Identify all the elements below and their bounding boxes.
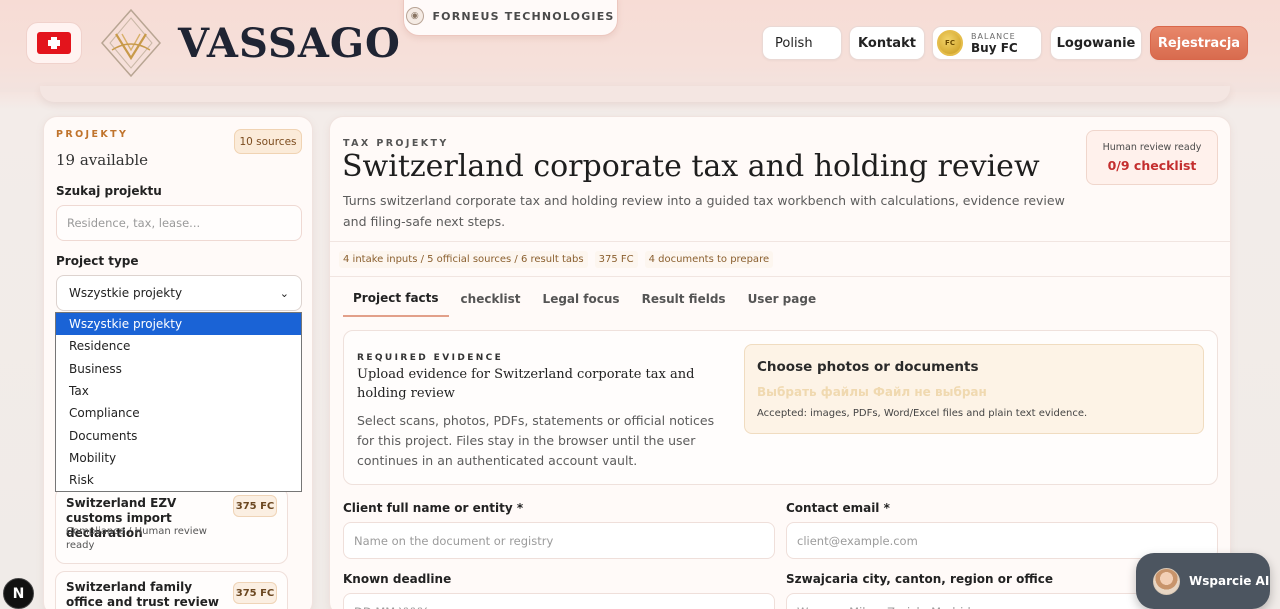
dropdown-option[interactable]: Compliance	[56, 402, 301, 424]
tab-legal-focus[interactable]: Legal focus	[533, 280, 630, 317]
balance-button[interactable]: FC BALANCE Buy FC	[932, 26, 1042, 60]
project-card-subtitle: Compliance / Human review ready	[66, 526, 207, 551]
tab-user-page[interactable]: User page	[738, 280, 827, 317]
register-button[interactable]: Rejestracja	[1150, 26, 1248, 60]
ai-support-button[interactable]: Wsparcie AI	[1136, 553, 1270, 609]
dropdown-option[interactable]: Mobility	[56, 447, 301, 469]
brand-name: VASSAGO	[178, 20, 401, 67]
language-button[interactable]: Polish	[762, 26, 842, 60]
tab-project-facts[interactable]: Project facts	[343, 280, 449, 317]
stat-price: 375 FC	[594, 250, 638, 268]
deadline-input[interactable]: DD.MM.YYYY	[343, 593, 775, 609]
stat-intake: 4 intake inputs / 5 official sources / 6…	[339, 250, 588, 268]
upload-accepted-types: Accepted: images, PDFs, Word/Excel files…	[757, 408, 1088, 419]
language-flag-button[interactable]	[26, 22, 82, 64]
project-type-select[interactable]: Wszystkie projekty ⌄	[56, 275, 302, 311]
login-button[interactable]: Logowanie	[1050, 26, 1142, 60]
page-title: Switzerland corporate tax and holding re…	[342, 149, 1040, 184]
upload-title: Choose photos or documents	[757, 359, 979, 375]
evidence-kicker: REQUIRED EVIDENCE	[357, 353, 504, 363]
dropdown-option[interactable]: Residence	[56, 335, 301, 357]
contact-button[interactable]: Kontakt	[849, 26, 925, 60]
file-chooser-button[interactable]: Выбрать файлы Файл не выбран	[757, 385, 987, 399]
header-underlay	[40, 86, 1230, 102]
sources-badge: 10 sources	[234, 129, 302, 154]
project-description: Turns switzerland corporate tax and hold…	[343, 193, 1065, 229]
dropdown-option[interactable]: Documents	[56, 424, 301, 446]
client-name-label: Client full name or entity *	[343, 501, 524, 515]
deadline-label: Known deadline	[343, 572, 452, 586]
review-label: Human review ready	[1102, 142, 1202, 153]
dropdown-option[interactable]: Tax	[56, 380, 301, 402]
project-card-price: 375 FC	[233, 582, 277, 604]
project-type-value: Wszystkie projekty	[69, 286, 183, 300]
evidence-upload-area[interactable]: Choose photos or documents Выбрать файлы…	[744, 344, 1204, 434]
project-type-label: Project type	[56, 254, 139, 268]
chevron-down-icon: ⌄	[279, 286, 289, 300]
review-value: 0/9 checklist	[1107, 158, 1197, 173]
dropdown-option[interactable]: Risk	[56, 469, 301, 491]
evidence-title: Upload evidence for Switzerland corporat…	[357, 367, 695, 401]
city-label: Szwajcaria city, canton, region or offic…	[786, 572, 1053, 586]
review-status-badge: Human review ready 0/9 checklist	[1086, 130, 1218, 185]
stat-documents: 4 documents to prepare	[644, 250, 774, 268]
project-main-panel: TAX PROJEKTY Switzerland corporate tax a…	[329, 116, 1231, 609]
contact-email-label: Contact email *	[786, 501, 890, 515]
balance-label: BALANCE	[971, 31, 1016, 41]
support-avatar	[1153, 567, 1180, 595]
forneus-label: FORNEUS TECHNOLOGIES	[432, 9, 615, 23]
support-label: Wsparcie AI	[1189, 574, 1270, 588]
project-type-dropdown: Wszystkie projekty Residence Business Ta…	[55, 312, 302, 492]
projects-count: 19 available	[56, 151, 149, 169]
client-name-input[interactable]: Name on the document or registry	[343, 522, 775, 559]
next-dev-badge[interactable]: N	[3, 578, 34, 609]
project-tabs: Project facts checklist Legal focus Resu…	[343, 280, 826, 317]
dropdown-option[interactable]: Business	[56, 358, 301, 380]
project-card-price: 375 FC	[233, 495, 277, 517]
project-card-title: Switzerland family office and trust revi…	[66, 580, 219, 609]
swiss-flag-icon	[37, 32, 71, 54]
evidence-section: REQUIRED EVIDENCE Upload evidence for Sw…	[343, 330, 1218, 485]
tab-result-fields[interactable]: Result fields	[632, 280, 736, 317]
project-stats-bar: 4 intake inputs / 5 official sources / 6…	[330, 241, 1230, 277]
project-kicker: TAX PROJEKTY	[343, 138, 449, 149]
vassago-logo-icon	[101, 8, 161, 78]
fc-coin-icon: FC	[937, 30, 963, 56]
balance-value: Buy FC	[971, 40, 1018, 55]
forneus-logo-icon: ◉	[406, 7, 425, 25]
project-card[interactable]: Switzerland family office and trust revi…	[55, 571, 288, 609]
tab-checklist[interactable]: checklist	[451, 280, 531, 317]
evidence-text: Select scans, photos, PDFs, statements o…	[357, 413, 715, 468]
dropdown-option[interactable]: Wszystkie projekty	[56, 313, 301, 336]
sidebar-kicker: PROJEKTY	[56, 129, 129, 140]
project-card[interactable]: Switzerland EZV customs import declarati…	[55, 487, 288, 564]
search-label: Szukaj projektu	[56, 184, 162, 198]
project-search-input[interactable]: Residence, tax, lease...	[56, 205, 302, 241]
forneus-tab[interactable]: ◉ FORNEUS TECHNOLOGIES	[403, 0, 618, 36]
